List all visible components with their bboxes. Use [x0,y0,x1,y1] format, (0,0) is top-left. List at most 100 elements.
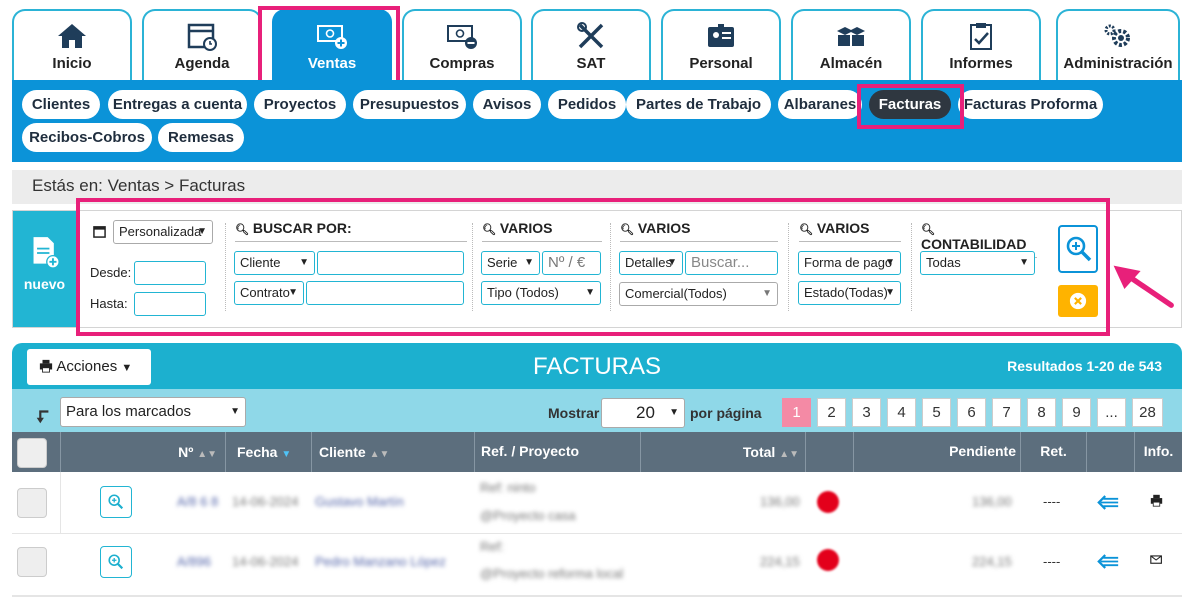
tab-almacen[interactable]: Almacén [791,9,911,80]
tab-agenda[interactable]: Agenda [142,9,262,80]
serie-select[interactable]: Serie ▼ [481,251,540,275]
col-label: Total [742,444,776,460]
money-minus-icon [447,25,477,49]
page-ellipsis[interactable]: ... [1097,398,1126,427]
print-icon[interactable] [1150,494,1163,507]
subnav-facturas-proforma[interactable]: Facturas Proforma [958,90,1103,119]
page-6[interactable]: 6 [957,398,986,427]
col-numero[interactable]: Nº ▲▼ [60,432,225,472]
subnav-presupuestos[interactable]: Presupuestos [353,90,466,119]
tab-administracion[interactable]: Administración [1056,9,1180,80]
marcados-select[interactable]: Para los marcados ▼ [60,397,246,427]
col-fecha[interactable]: Fecha ▼ [225,432,311,472]
page-3[interactable]: 3 [852,398,881,427]
tab-inicio[interactable]: Inicio [12,9,132,80]
col-cliente[interactable]: Cliente ▲▼ [311,432,474,472]
invoice-client[interactable]: Pedro Manzano López [315,554,446,569]
clear-button[interactable] [1058,285,1098,317]
cliente-select[interactable]: Cliente ▼ [234,251,315,275]
tab-compras[interactable]: Compras [402,9,522,80]
tab-label: Inicio [52,55,92,72]
subnav-avisos[interactable]: Avisos [473,90,541,119]
hasta-input[interactable] [134,292,206,316]
page-4[interactable]: 4 [887,398,916,427]
payment-arrow-icon[interactable] [1096,553,1120,570]
tab-label: SAT [576,55,606,72]
divider [472,223,473,311]
view-button[interactable] [100,546,132,578]
chevron-down-icon: ▼ [885,287,895,298]
select-all-checkbox[interactable] [17,438,47,468]
page-9[interactable]: 9 [1062,398,1091,427]
search-small-icon: 🔍︎ [482,224,496,236]
table-row[interactable]: A/8 6 8 14-06-2024 Gustavo Martín Ref: n… [12,472,1182,534]
forma-pago-select[interactable]: Forma de pago ▼ [798,251,901,275]
invoice-ref: Ref: [480,539,504,554]
row-checkbox[interactable] [17,488,47,518]
nuevo-button[interactable]: nuevo [13,211,76,327]
contabilidad-select[interactable]: Todas ▼ [920,251,1035,275]
filter-panel: nuevo Personalizada ▼ Desde: Hasta: 🔍︎ BU… [12,210,1182,328]
tipo-select[interactable]: Tipo (Todos) ▼ [481,281,601,305]
subnav-recibos[interactable]: Recibos-Cobros [22,123,152,152]
invoice-number[interactable]: A/8 6 8 [177,494,218,509]
col-label: Nº [178,444,194,460]
subnav-albaranes[interactable]: Albaranes [778,90,862,119]
buscar-input[interactable]: Buscar... [685,251,778,275]
sort-icon: ▲▼ [197,449,217,460]
page-1[interactable]: 1 [782,398,811,427]
breadcrumb: Estás en: Ventas > Facturas [12,170,1182,204]
subnav-facturas[interactable]: Facturas [869,90,951,119]
tab-label: Informes [949,55,1013,72]
subnav-clientes[interactable]: Clientes [22,90,100,119]
mail-icon[interactable] [1150,554,1163,566]
invoice-client[interactable]: Gustavo Martín [315,494,404,509]
per-page-select[interactable]: 20 ▼ [601,398,685,428]
col-label: Info. [1143,443,1174,459]
varios-text: VARIOS [637,220,691,236]
next-row-peek [12,596,1182,602]
invoice-number[interactable]: A/896 [177,554,211,569]
tab-sat[interactable]: SAT [531,9,651,80]
subnav-entregas[interactable]: Entregas a cuenta [108,90,247,119]
tab-label: Almacén [819,55,883,72]
serie-value: Serie [487,255,518,270]
search-button[interactable] [1058,225,1098,273]
date-range-select[interactable]: Personalizada ▼ [113,220,213,244]
chevron-down-icon: ▼ [299,257,309,268]
tab-ventas[interactable]: Ventas [272,9,392,80]
tab-informes[interactable]: Informes [921,9,1041,80]
col-action [1086,432,1134,472]
view-button[interactable] [100,486,132,518]
divider [788,223,789,311]
page-28[interactable]: 28 [1132,398,1163,427]
forma-pago-value: Forma de pago [804,255,893,270]
detalles-select[interactable]: Detalles ▼ [619,251,683,275]
invoice-project: @Proyecto reforma local [480,566,624,581]
comercial-select[interactable]: Comercial(Todos) ▼ [619,282,778,306]
col-total[interactable]: Total ▲▼ [640,432,805,472]
page-7[interactable]: 7 [992,398,1021,427]
search-small-icon: 🔍︎ [620,224,634,236]
estado-select[interactable]: Estado(Todas) ▼ [798,281,901,305]
table-row[interactable]: A/896 14-06-2024 Pedro Manzano López Ref… [12,534,1182,596]
contrato-input[interactable] [306,281,464,305]
numero-input[interactable]: Nº / € [542,251,601,275]
subnav-pedidos[interactable]: Pedidos [548,90,626,119]
page-2[interactable]: 2 [817,398,846,427]
page-8[interactable]: 8 [1027,398,1056,427]
estado-value: Estado(Todas) [804,285,888,300]
subnav-proyectos[interactable]: Proyectos [254,90,346,119]
payment-arrow-icon[interactable] [1096,494,1120,511]
desde-input[interactable] [134,261,206,285]
subnav-remesas[interactable]: Remesas [158,123,244,152]
col-label: Pendiente [949,443,1016,459]
cliente-input[interactable] [317,251,464,275]
hasta-label: Hasta: [90,296,128,311]
subnav-partes[interactable]: Partes de Trabajo [626,90,771,119]
sub-nav: Clientes Entregas a cuenta Proyectos Pre… [12,80,1182,162]
tab-personal[interactable]: Personal [661,9,781,80]
page-5[interactable]: 5 [922,398,951,427]
contrato-select[interactable]: Contrato ▼ [234,281,304,305]
row-checkbox[interactable] [17,547,47,577]
